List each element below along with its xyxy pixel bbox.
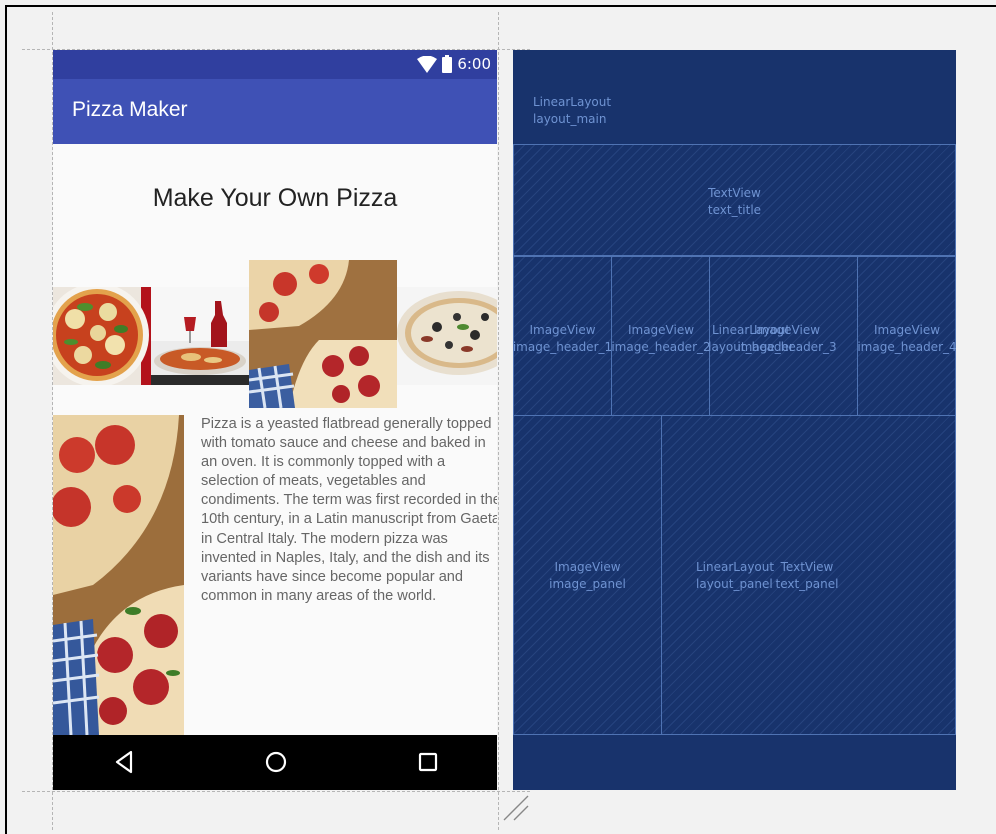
- text-title: Make Your Own Pizza: [152, 184, 398, 212]
- battery-icon: [442, 55, 453, 73]
- status-bar: 6:00: [53, 50, 497, 79]
- text-panel: Pizza is a yeasted flatbread generally t…: [201, 416, 497, 604]
- label-layout-main-id: layout_main: [533, 112, 607, 126]
- label-text-title-id: text_title: [707, 203, 762, 217]
- label-image-header-1-id: image_header_1: [512, 340, 613, 354]
- blueprint-layout-panel[interactable]: LinearLayout layout_panel TextView text_…: [661, 415, 956, 735]
- label-image-header-1: ImageView image_header_1: [510, 322, 615, 356]
- label-text-panel-type: TextView: [780, 560, 834, 574]
- blueprint-image-panel[interactable]: ImageView image_panel: [513, 415, 662, 735]
- blueprint-text-title[interactable]: TextView text_title: [513, 144, 956, 256]
- label-image-panel: ImageView image_panel: [514, 559, 661, 593]
- home-icon[interactable]: [264, 749, 288, 775]
- app-title: Pizza Maker: [72, 98, 188, 121]
- image-header-4: [397, 287, 497, 385]
- label-image-header-4-type: ImageView: [873, 323, 941, 337]
- image-panel: [53, 415, 184, 735]
- label-text-panel: TextView text_panel: [772, 559, 842, 593]
- label-text-panel-id: text_panel: [775, 577, 839, 591]
- back-icon[interactable]: [113, 749, 135, 775]
- image-header-1: [53, 287, 151, 385]
- resize-handle-icon[interactable]: [500, 792, 532, 824]
- label-layout-panel-type: LinearLayout: [696, 560, 775, 574]
- label-image-header-1-type: ImageView: [529, 323, 596, 337]
- wifi-icon: [417, 55, 438, 73]
- label-layout-main: LinearLayout layout_main: [533, 94, 611, 128]
- label-image-header-4: ImageView image_header_4: [852, 322, 962, 356]
- app-bar: Pizza Maker: [53, 79, 497, 144]
- label-image-panel-id: image_panel: [549, 577, 626, 591]
- image-header-2: [151, 287, 249, 385]
- guide-bottom: [22, 791, 530, 792]
- blueprint-image-header-1[interactable]: ImageView image_header_1: [513, 256, 612, 416]
- label-layout-header-type: LinearLayout: [711, 323, 791, 337]
- blueprint-image-header-3[interactable]: ImageView image_header_3 LinearLayout la…: [708, 256, 858, 416]
- label-layout-panel-id: layout_panel: [696, 577, 773, 591]
- guide-right: [498, 12, 499, 830]
- label-layout-panel: LinearLayout layout_panel: [696, 559, 775, 593]
- status-time: 6:00: [457, 55, 491, 73]
- label-text-title-type: TextView: [708, 186, 761, 200]
- label-text-title: TextView text_title: [514, 185, 955, 219]
- label-layout-header-id: layout_header: [708, 340, 794, 354]
- label-layout-main-type: LinearLayout: [533, 95, 612, 109]
- device-preview[interactable]: 6:00 Pizza Maker Make Your Own Pizza Piz…: [53, 50, 497, 790]
- label-image-panel-type: ImageView: [554, 560, 621, 574]
- blueprint-image-header-4[interactable]: ImageView image_header_4: [857, 256, 957, 416]
- label-layout-header: LinearLayout layout_header: [696, 322, 806, 356]
- image-header-3: [249, 260, 397, 408]
- navigation-bar: [53, 735, 497, 790]
- recents-icon[interactable]: [417, 749, 439, 775]
- blueprint-view[interactable]: LinearLayout layout_main TextView text_t…: [513, 50, 957, 790]
- label-image-header-4-id: image_header_4: [857, 340, 957, 354]
